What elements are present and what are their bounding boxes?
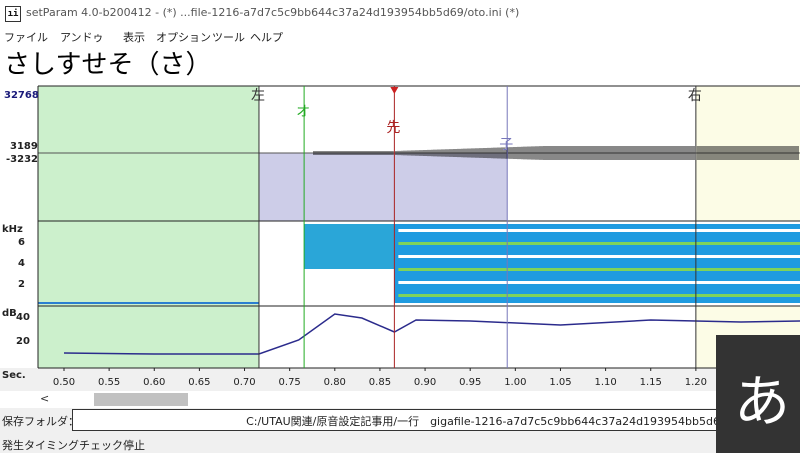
- time-tick-label: 0.50: [53, 377, 75, 388]
- consonant-marker-label: 子: [499, 137, 513, 153]
- spectrogram-band: [398, 294, 800, 297]
- spectrogram-noise: [38, 302, 259, 304]
- power-unit-label: dB: [2, 308, 17, 319]
- save-folder-label: 保存フォルダ：: [2, 415, 79, 428]
- time-tick-label: 0.95: [459, 377, 481, 388]
- power-tick-label: 40: [16, 312, 30, 323]
- waveform-bottom-label: -3232: [6, 154, 38, 165]
- waveform-max-label: 32768: [4, 90, 39, 101]
- blank-region: [38, 86, 259, 368]
- time-tick-label: 0.75: [279, 377, 301, 388]
- time-tick-label: 0.85: [369, 377, 391, 388]
- time-tick-label: 1.10: [594, 377, 616, 388]
- time-tick-label: 1.00: [504, 377, 526, 388]
- time-tick-label: 1.15: [640, 377, 662, 388]
- spectrogram-band: [398, 281, 800, 284]
- corner-character: あ: [734, 370, 790, 435]
- waveform-editor[interactable]: 左オ先子 右 32768 3189 -3232 kHz 6 4 2 dB 40 20 Sec. 0.50 0…: [0, 0, 800, 391]
- spectrogram-band: [398, 229, 800, 232]
- status-text: 発生タイミングチェック停止: [2, 439, 145, 452]
- time-tick-label: 0.65: [188, 377, 210, 388]
- right-marker-label: 右: [688, 88, 702, 104]
- spectrogram-band: [398, 268, 800, 271]
- time-tick-label: 0.80: [324, 377, 346, 388]
- spectrogram-unit-label: kHz: [2, 224, 23, 235]
- spectrogram-band: [398, 255, 800, 258]
- left-marker-label: 左: [251, 88, 265, 104]
- spectrogram-onset: [304, 224, 395, 269]
- power-tick-label: 20: [16, 336, 30, 347]
- time-tick-label: 0.60: [143, 377, 165, 388]
- scroll-left-icon[interactable]: <: [40, 391, 49, 407]
- time-tick-label: 1.05: [549, 377, 571, 388]
- time-unit-label: Sec.: [2, 370, 26, 381]
- time-tick-label: 0.55: [98, 377, 120, 388]
- save-folder-field[interactable]: C:/UTAU関連/原音設定記事用/一行 gigafile-1216-a7d7c…: [72, 409, 728, 431]
- save-folder-path: C:/UTAU関連/原音設定記事用/一行 gigafile-1216-a7d7c…: [246, 415, 727, 428]
- overlap-marker-label: オ: [296, 104, 310, 120]
- consonant-region: [258, 153, 508, 221]
- spectrogram-tick-label: 6: [18, 237, 25, 248]
- scroll-thumb[interactable]: [94, 393, 188, 406]
- spectrogram-tick-label: 2: [18, 279, 25, 290]
- corner-overlay: あ: [716, 335, 800, 453]
- time-tick-label: 0.70: [233, 377, 255, 388]
- spectrogram-energy: [394, 224, 800, 303]
- preutterance-marker-label: 先: [386, 120, 400, 136]
- horizontal-scrollbar[interactable]: <: [0, 391, 800, 408]
- time-tick-label: 0.90: [414, 377, 436, 388]
- waveform-top-label: 3189: [10, 141, 38, 152]
- spectrogram-band: [398, 242, 800, 245]
- time-tick-label: 1.20: [685, 377, 707, 388]
- spectrogram-tick-label: 4: [18, 258, 25, 269]
